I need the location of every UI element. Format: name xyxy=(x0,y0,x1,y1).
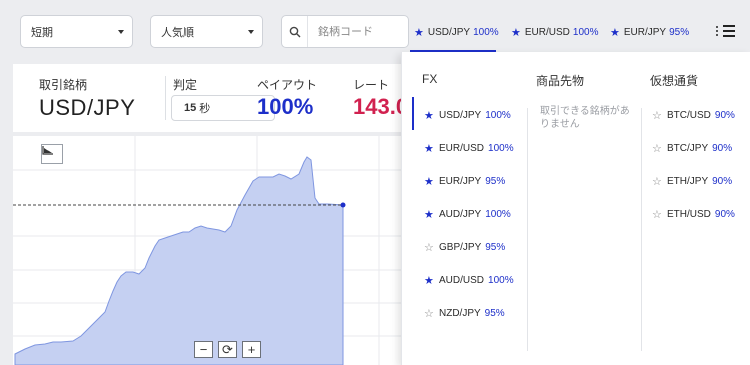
item-payout: 95% xyxy=(485,176,506,187)
item-payout: 100% xyxy=(485,110,511,121)
fx-item-eurjpy[interactable]: ★ EUR/JPY 95% xyxy=(424,175,505,188)
item-symbol: NZD/JPY xyxy=(439,308,481,319)
search-icon[interactable] xyxy=(282,16,308,47)
item-symbol: GBP/JPY xyxy=(439,242,482,253)
item-symbol: USD/JPY xyxy=(439,110,482,121)
item-symbol: EUR/USD xyxy=(439,143,485,154)
payout-value: 100% xyxy=(257,94,314,119)
favorite-tab-usdjpy[interactable]: ★ USD/JPY 100% xyxy=(414,26,499,39)
chevron-down-icon xyxy=(248,30,254,34)
current-rate-dot xyxy=(340,202,346,208)
menu-button[interactable] xyxy=(715,23,741,39)
item-symbol: BTC/JPY xyxy=(667,143,709,154)
fx-item-audjpy[interactable]: ★ AUD/JPY 100% xyxy=(424,208,511,221)
search-box xyxy=(281,15,409,48)
star-filled-icon[interactable]: ★ xyxy=(424,175,434,188)
search-input[interactable] xyxy=(318,25,408,38)
favorite-symbol: EUR/JPY xyxy=(623,27,667,38)
sort-select-value: 人気順 xyxy=(161,26,194,39)
star-filled-icon: ★ xyxy=(511,27,521,39)
price-chart[interactable]: − ⟳ + xyxy=(13,136,413,365)
star-filled-icon: ★ xyxy=(414,27,424,39)
star-outline-icon[interactable]: ☆ xyxy=(424,307,434,320)
symbol-value: USD/JPY xyxy=(39,95,136,120)
hamburger-icon xyxy=(723,25,735,37)
reset-icon: ⟳ xyxy=(222,342,233,357)
column-divider xyxy=(527,108,528,351)
zoom-out-button[interactable]: − xyxy=(194,341,213,358)
star-outline-icon[interactable]: ☆ xyxy=(652,175,662,188)
chart-type-icon xyxy=(42,146,53,155)
payout-label: ペイアウト xyxy=(257,78,318,92)
star-filled-icon[interactable]: ★ xyxy=(424,208,434,221)
term-select[interactable]: 短期 xyxy=(20,15,133,48)
item-payout: 100% xyxy=(488,143,514,154)
star-filled-icon[interactable]: ★ xyxy=(424,274,434,287)
rate-label: レート xyxy=(353,78,390,92)
chart-canvas xyxy=(13,136,413,365)
item-payout: 95% xyxy=(485,242,506,253)
star-outline-icon[interactable]: ☆ xyxy=(652,208,662,221)
zoom-in-button[interactable]: + xyxy=(242,341,261,358)
favorite-payout: 100% xyxy=(572,27,599,38)
item-payout: 100% xyxy=(488,275,514,286)
term-select-value: 短期 xyxy=(31,26,53,39)
fx-item-audusd[interactable]: ★ AUD/USD 100% xyxy=(424,274,514,287)
price-area xyxy=(14,156,344,365)
star-outline-icon[interactable]: ☆ xyxy=(652,109,662,122)
item-payout: 90% xyxy=(714,110,735,121)
crypto-item-btcjpy[interactable]: ☆ BTC/JPY 90% xyxy=(652,142,732,155)
star-outline-icon[interactable]: ☆ xyxy=(424,241,434,254)
item-symbol: ETH/JPY xyxy=(667,176,709,187)
trade-info-panel: 取引銘柄 USD/JPY 判定 15 秒 ペイアウト 100% レート 143.… xyxy=(13,64,413,132)
judge-label: 判定 xyxy=(173,78,198,92)
favorite-payout: 95% xyxy=(669,27,690,38)
fx-item-nzdjpy[interactable]: ☆ NZD/JPY 95% xyxy=(424,307,505,320)
symbol-dropdown-panel: FX 商品先物 仮想通貨 取引できる銘柄がありません ★ USD/JPY 100… xyxy=(401,52,750,365)
judge-time-unit: 秒 xyxy=(199,103,211,115)
item-symbol: AUD/USD xyxy=(439,275,485,286)
crypto-item-ethjpy[interactable]: ☆ ETH/JPY 90% xyxy=(652,175,732,188)
star-filled-icon[interactable]: ★ xyxy=(424,109,434,122)
fx-header: FX xyxy=(422,72,438,86)
fx-item-eurusd[interactable]: ★ EUR/USD 100% xyxy=(424,142,514,155)
favorite-tab-eurjpy[interactable]: ★ EUR/JPY 95% xyxy=(610,26,689,39)
item-payout: 90% xyxy=(712,143,733,154)
commodity-header: 商品先物 xyxy=(536,74,585,88)
zoom-in-icon: + xyxy=(247,342,256,357)
star-outline-icon[interactable]: ☆ xyxy=(652,142,662,155)
item-payout: 100% xyxy=(485,209,511,220)
divider xyxy=(165,76,166,120)
fx-item-usdjpy[interactable]: ★ USD/JPY 100% xyxy=(424,109,511,122)
symbol-label: 取引銘柄 xyxy=(39,78,88,92)
column-divider xyxy=(641,108,642,351)
item-payout: 95% xyxy=(484,308,505,319)
sort-select[interactable]: 人気順 xyxy=(150,15,263,48)
item-payout: 90% xyxy=(714,209,735,220)
rate-value: 143.0 xyxy=(353,94,409,119)
fx-item-gbpjpy[interactable]: ☆ GBP/JPY 95% xyxy=(424,241,505,254)
chart-type-button[interactable] xyxy=(41,144,63,164)
item-symbol: ETH/USD xyxy=(667,209,711,220)
judge-time-value: 15 xyxy=(184,102,197,114)
item-symbol: EUR/JPY xyxy=(439,176,482,187)
more-vertical-icon xyxy=(715,26,719,36)
crypto-item-btcusd[interactable]: ☆ BTC/USD 90% xyxy=(652,109,735,122)
crypto-item-ethusd[interactable]: ☆ ETH/USD 90% xyxy=(652,208,735,221)
star-filled-icon[interactable]: ★ xyxy=(424,142,434,155)
commodity-empty-message: 取引できる銘柄がありません xyxy=(540,106,630,130)
zoom-out-icon: − xyxy=(199,342,208,357)
active-item-indicator xyxy=(412,97,414,130)
favorite-tab-eurusd[interactable]: ★ EUR/USD 100% xyxy=(511,26,598,39)
item-symbol: AUD/JPY xyxy=(439,209,482,220)
star-filled-icon: ★ xyxy=(610,27,620,39)
favorite-symbol: EUR/USD xyxy=(524,27,570,38)
item-symbol: BTC/USD xyxy=(667,110,711,121)
reset-zoom-button[interactable]: ⟳ xyxy=(218,341,237,358)
favorite-symbol: USD/JPY xyxy=(427,27,471,38)
crypto-header: 仮想通貨 xyxy=(650,74,699,88)
chevron-down-icon xyxy=(118,30,124,34)
favorite-payout: 100% xyxy=(473,27,499,38)
item-payout: 90% xyxy=(712,176,733,187)
